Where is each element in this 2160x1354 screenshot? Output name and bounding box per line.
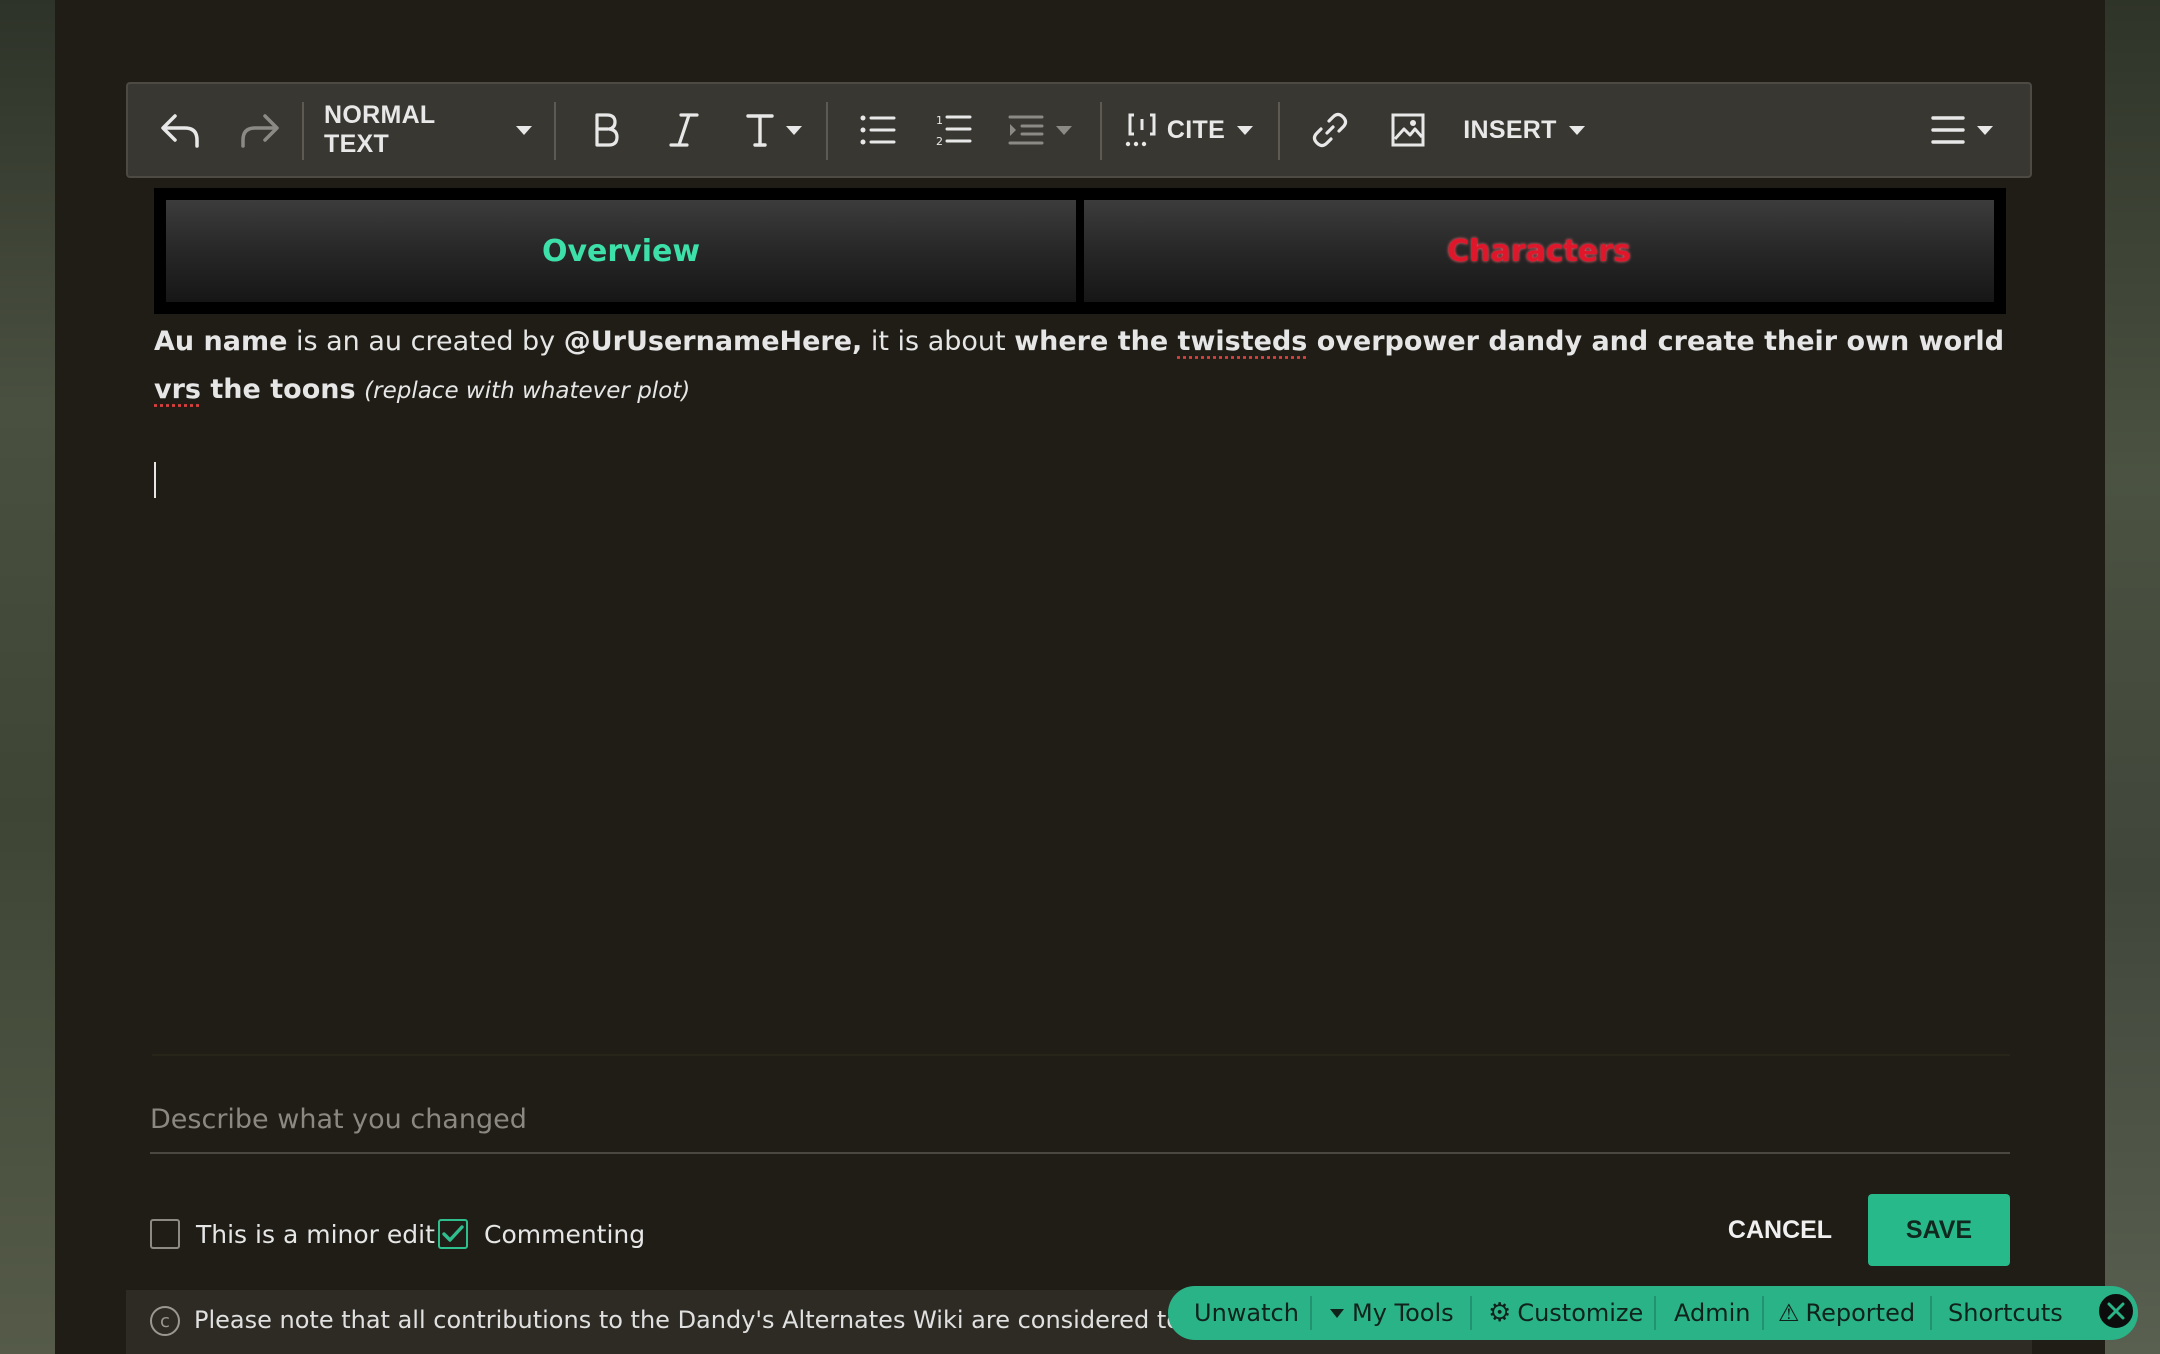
customize-button[interactable]: ⚙ Customize bbox=[1488, 1286, 1643, 1340]
italic-icon bbox=[669, 113, 699, 147]
checkmark-icon bbox=[442, 1225, 464, 1242]
au-name: Au name bbox=[154, 326, 288, 357]
toolbar-separator bbox=[1100, 102, 1102, 160]
tab-bar: Overview Characters bbox=[154, 188, 2006, 314]
content-divider bbox=[152, 1054, 2010, 1056]
more-options-dropdown[interactable] bbox=[1920, 84, 2004, 176]
commenting-checkbox[interactable] bbox=[438, 1219, 468, 1249]
save-button[interactable]: SAVE bbox=[1868, 1194, 2010, 1266]
toolbar-separator bbox=[1278, 102, 1280, 160]
undo-icon bbox=[161, 114, 199, 148]
paragraph-format-dropdown[interactable]: NORMAL TEXT bbox=[324, 84, 532, 176]
content-text: is an au created by bbox=[287, 326, 564, 357]
my-tools-button[interactable]: My Tools bbox=[1330, 1286, 1454, 1340]
close-toolbar-button[interactable] bbox=[2097, 1292, 2135, 1330]
cancel-button[interactable]: CANCEL bbox=[1712, 1196, 1848, 1264]
link-button[interactable] bbox=[1302, 84, 1358, 176]
warning-icon: ⚠ bbox=[1778, 1299, 1800, 1327]
toolbar-separator bbox=[302, 102, 304, 160]
text-style-dropdown[interactable] bbox=[734, 84, 814, 176]
undo-button[interactable] bbox=[154, 84, 208, 176]
plot-text: the toons bbox=[201, 374, 356, 405]
numbered-list-icon: 1 2 bbox=[936, 114, 972, 148]
cite-label: CITE bbox=[1166, 115, 1226, 144]
text-style-icon bbox=[746, 114, 774, 147]
text-cursor bbox=[154, 462, 156, 498]
cite-dropdown[interactable]: CITE bbox=[1122, 84, 1256, 176]
paragraph-format-label: NORMAL TEXT bbox=[324, 101, 436, 158]
chevron-down-icon bbox=[1568, 125, 1585, 135]
tab-characters[interactable]: Characters bbox=[1084, 200, 1994, 302]
image-icon bbox=[1391, 113, 1425, 147]
toolbar-separator bbox=[1470, 1296, 1472, 1330]
close-icon bbox=[2107, 1302, 2125, 1320]
admin-button[interactable]: Admin bbox=[1674, 1286, 1751, 1340]
link-icon bbox=[1312, 112, 1348, 148]
copyright-icon: c bbox=[150, 1306, 180, 1336]
toolbar-separator bbox=[1762, 1296, 1764, 1330]
minor-edit-option[interactable]: This is a minor edit bbox=[150, 1216, 435, 1252]
plot-note: (replace with whatever plot) bbox=[364, 378, 691, 404]
numbered-list-button[interactable]: 1 2 bbox=[926, 84, 982, 176]
misspelled-word: twisteds bbox=[1177, 326, 1308, 357]
toolbar-separator bbox=[826, 102, 828, 160]
italic-button[interactable] bbox=[658, 84, 710, 176]
chevron-down-icon bbox=[1056, 125, 1072, 135]
chevron-down-icon bbox=[786, 125, 802, 135]
misspelled-word: vrs bbox=[154, 374, 201, 405]
svg-text:1: 1 bbox=[936, 114, 943, 127]
license-notice-text: Please note that all contributions to th… bbox=[194, 1306, 1257, 1334]
redo-icon bbox=[241, 114, 279, 148]
editor-toolbar: NORMAL TEXT 1 2 CITE INSERT bbox=[126, 82, 2032, 178]
chevron-down-icon bbox=[1977, 125, 1993, 135]
content-text: it is about bbox=[862, 326, 1015, 357]
tab-overview[interactable]: Overview bbox=[166, 200, 1076, 302]
chevron-down-icon bbox=[1237, 125, 1254, 135]
reported-button[interactable]: ⚠ Reported bbox=[1778, 1286, 1915, 1340]
bullet-list-icon bbox=[860, 115, 896, 145]
commenting-option[interactable]: Commenting bbox=[438, 1216, 645, 1252]
redo-button[interactable] bbox=[232, 84, 286, 176]
bullet-list-button[interactable] bbox=[850, 84, 906, 176]
minor-edit-checkbox[interactable] bbox=[150, 1219, 180, 1249]
toolbar-separator bbox=[1930, 1296, 1932, 1330]
commenting-label: Commenting bbox=[484, 1219, 646, 1249]
customize-label: Customize bbox=[1517, 1299, 1644, 1327]
indent-dropdown[interactable] bbox=[1002, 84, 1078, 176]
unwatch-button[interactable]: Unwatch bbox=[1194, 1286, 1299, 1340]
plot-text: overpower dandy and create their own wor… bbox=[1307, 326, 2005, 357]
toolbar-separator bbox=[554, 102, 556, 160]
toolbar-separator bbox=[1310, 1296, 1312, 1330]
background-right bbox=[2105, 0, 2160, 1354]
shortcuts-button[interactable]: Shortcuts bbox=[1948, 1286, 2063, 1340]
svg-text:2: 2 bbox=[936, 135, 943, 148]
insert-label: INSERT bbox=[1463, 115, 1557, 144]
editor-content[interactable]: Au name is an au created by @UrUsernameH… bbox=[154, 318, 2014, 415]
wiki-toolbar: Unwatch My Tools ⚙ Customize Admin ⚠ Rep… bbox=[1168, 1286, 2138, 1340]
my-tools-label: My Tools bbox=[1352, 1299, 1454, 1327]
minor-edit-label: This is a minor edit bbox=[196, 1219, 435, 1249]
caret-down-icon bbox=[1330, 1308, 1344, 1318]
bold-icon bbox=[595, 113, 619, 147]
gear-icon: ⚙ bbox=[1488, 1298, 1512, 1328]
chevron-down-icon bbox=[516, 125, 532, 135]
insert-dropdown[interactable]: INSERT bbox=[1456, 84, 1592, 176]
background-left bbox=[0, 0, 55, 1354]
bold-button[interactable] bbox=[580, 84, 632, 176]
plot-text: where the bbox=[1014, 326, 1178, 357]
toolbar-separator bbox=[1654, 1296, 1656, 1330]
reported-label: Reported bbox=[1805, 1299, 1916, 1327]
image-button[interactable] bbox=[1380, 84, 1436, 176]
cite-icon bbox=[1125, 113, 1156, 147]
indent-icon bbox=[1008, 115, 1044, 145]
menu-icon bbox=[1931, 116, 1965, 144]
username: @UrUsernameHere, bbox=[563, 326, 863, 357]
edit-summary-input[interactable]: Describe what you changed bbox=[150, 1104, 2010, 1154]
